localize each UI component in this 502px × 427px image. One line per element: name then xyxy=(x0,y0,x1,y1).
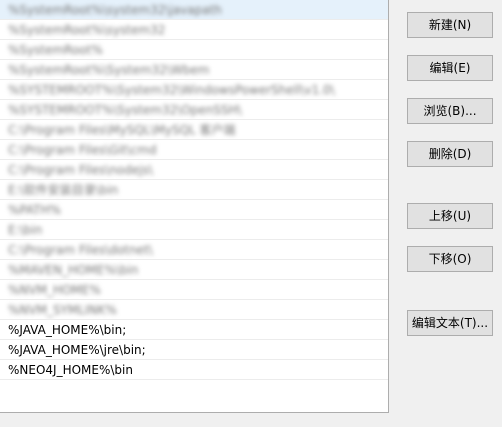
list-item[interactable]: %JAVA_HOME%\bin; xyxy=(0,320,388,340)
edit-text-button[interactable]: 编辑文本(T)... xyxy=(407,310,493,336)
list-item-text: %SystemRoot%\System32\Wbem xyxy=(8,63,210,77)
delete-button[interactable]: 删除(D) xyxy=(407,141,493,167)
list-item-text: E:\软件安装目录\bin xyxy=(8,183,119,197)
new-button[interactable]: 新建(N) xyxy=(407,12,493,38)
list-item-text: C:\Program Files\MySQL\MySQL 客户端 xyxy=(8,123,236,137)
list-item[interactable]: %NVM_SYMLINK% xyxy=(0,300,388,320)
list-item[interactable]: %JAVA_HOME%\jre\bin; xyxy=(0,340,388,360)
list-item[interactable]: C:\Program Files\MySQL\MySQL 客户端 xyxy=(0,120,388,140)
list-item-text: %SystemRoot%\system32\javapath xyxy=(8,3,222,17)
list-item-text: %SYSTEMROOT%\System32\WindowsPowerShell\… xyxy=(8,83,335,97)
list-item[interactable]: %SystemRoot%\System32\Wbem xyxy=(0,60,388,80)
list-item[interactable]: %NVM_HOME% xyxy=(0,280,388,300)
list-item-text: %SYSTEMROOT%\System32\OpenSSH\ xyxy=(8,103,242,117)
list-item[interactable]: %MAVEN_HOME%\bin xyxy=(0,260,388,280)
move-up-button[interactable]: 上移(U) xyxy=(407,203,493,229)
list-item-text: E:\bin xyxy=(8,223,43,237)
list-item[interactable]: %SystemRoot%\system32\javapath xyxy=(0,0,388,20)
list-item-text: %JAVA_HOME%\jre\bin; xyxy=(8,343,146,357)
list-item[interactable]: %SYSTEMROOT%\System32\WindowsPowerShell\… xyxy=(0,80,388,100)
list-item-text: %JAVA_HOME%\bin; xyxy=(8,323,127,337)
list-item-text: %NVM_SYMLINK% xyxy=(8,303,117,317)
browse-button[interactable]: 浏览(B)... xyxy=(407,98,493,124)
list-item[interactable]: C:\Program Files\nodejs\ xyxy=(0,160,388,180)
list-item[interactable]: E:\软件安装目录\bin xyxy=(0,180,388,200)
list-item-text: %SystemRoot% xyxy=(8,43,103,57)
list-item[interactable]: %PATH% xyxy=(0,200,388,220)
list-item[interactable]: C:\Program Files\dotnet\ xyxy=(0,240,388,260)
list-item-text: C:\Program Files\dotnet\ xyxy=(8,243,153,257)
list-item-text: C:\Program Files\nodejs\ xyxy=(8,163,153,177)
list-item-text: %MAVEN_HOME%\bin xyxy=(8,263,139,277)
list-item-text: %PATH% xyxy=(8,203,61,217)
move-down-button[interactable]: 下移(O) xyxy=(407,246,493,272)
list-item[interactable]: E:\bin xyxy=(0,220,388,240)
list-item-text: C:\Program Files\Git\cmd xyxy=(8,143,157,157)
list-item-text: %SystemRoot%\system32 xyxy=(8,23,166,37)
list-item[interactable]: %SystemRoot% xyxy=(0,40,388,60)
list-item[interactable]: C:\Program Files\Git\cmd xyxy=(0,140,388,160)
list-item[interactable]: %SYSTEMROOT%\System32\OpenSSH\ xyxy=(0,100,388,120)
list-item-text: %NEO4J_HOME%\bin xyxy=(8,363,133,377)
list-item-text: %NVM_HOME% xyxy=(8,283,101,297)
edit-button[interactable]: 编辑(E) xyxy=(407,55,493,81)
path-entries-list[interactable]: %SystemRoot%\system32\javapath %SystemRo… xyxy=(0,0,389,413)
list-item[interactable]: %NEO4J_HOME%\bin xyxy=(0,360,388,380)
list-item[interactable]: %SystemRoot%\system32 xyxy=(0,20,388,40)
